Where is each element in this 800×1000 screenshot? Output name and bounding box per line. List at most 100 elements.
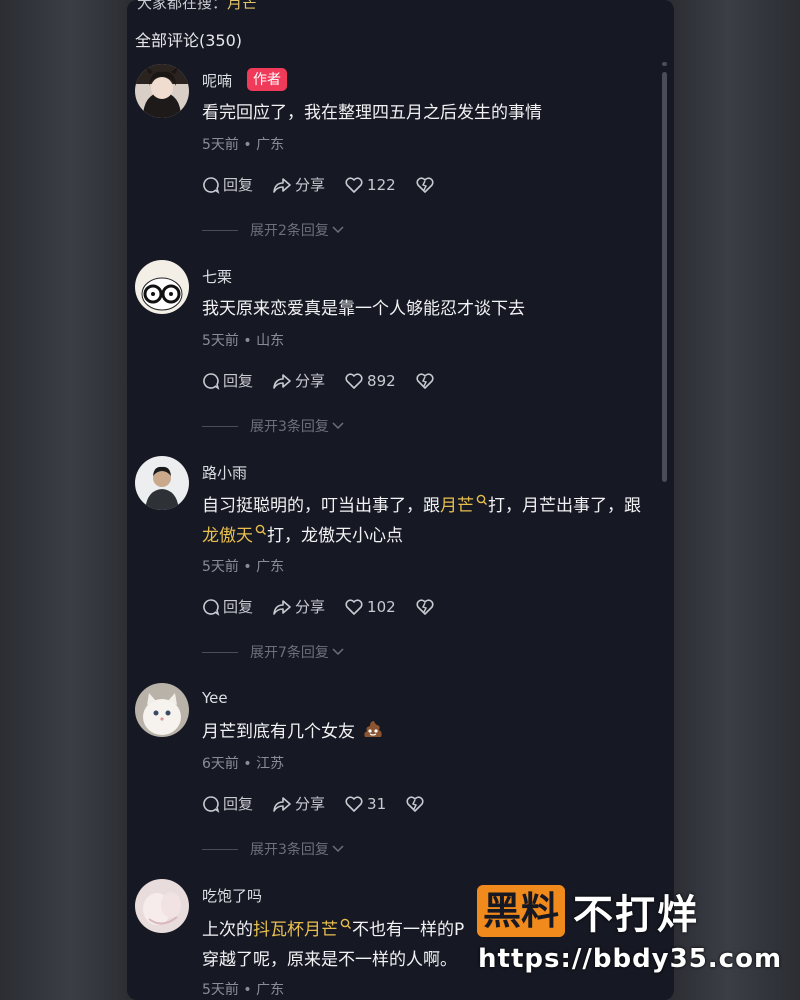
comment-keyword-link[interactable]: 抖瓦杯月芒 (253, 918, 352, 940)
keyword-text: 龙傲天 (202, 526, 253, 546)
comment-keyword-link[interactable]: 龙傲天 (202, 524, 267, 546)
broken-heart-icon (416, 372, 434, 389)
username[interactable]: Yee (202, 689, 228, 707)
like-button[interactable]: 102 (344, 598, 396, 616)
comment-actions: 回复 分享 102 (202, 596, 457, 617)
expand-divider (202, 229, 238, 231)
broken-heart-icon (416, 598, 434, 615)
comment-actions: 回复 分享 122 (202, 174, 457, 195)
expand-replies[interactable]: 展开3条回复 (202, 839, 344, 859)
username[interactable]: 吃饱了吗 (202, 885, 262, 906)
expand-label: 展开3条回复 (250, 842, 329, 858)
reply-button[interactable]: 回复 (202, 793, 253, 814)
comment-meta: 5天前 • 广东 (202, 559, 285, 575)
expand-label: 展开3条回复 (250, 419, 329, 435)
search-suggestion[interactable]: 大家都在搜：月芒 (137, 0, 257, 13)
like-count: 102 (367, 597, 396, 616)
expand-replies[interactable]: 展开2条回复 (202, 220, 344, 240)
keyword-text: 月芒 (440, 496, 474, 516)
reply-label: 回复 (223, 176, 254, 194)
search-suggestion-prefix: 大家都在搜： (137, 0, 228, 12)
author-badge: 作者 (247, 68, 287, 91)
expand-divider (202, 425, 238, 427)
username[interactable]: 呢喃 (202, 70, 232, 91)
like-button[interactable]: 892 (344, 372, 396, 390)
dislike-button[interactable] (415, 372, 438, 390)
heart-icon (345, 176, 363, 193)
expand-label: 展开2条回复 (250, 223, 329, 239)
watermark-text: 不打烊 (573, 892, 700, 938)
share-arrow-icon (273, 177, 291, 193)
expand-replies[interactable]: 展开7条回复 (202, 642, 344, 662)
search-keyword-icon (255, 524, 266, 535)
avatar[interactable] (135, 683, 189, 737)
like-count: 122 (367, 175, 396, 194)
comment-text-segment: 不也有一样的P (352, 920, 465, 940)
share-button[interactable]: 分享 (272, 596, 325, 617)
username[interactable]: 路小雨 (202, 462, 247, 483)
comment-text-segment: 打，月芒出事了，跟 (488, 496, 641, 516)
comments-panel: 大家都在搜：月芒 全部评论(350) 呢喃 作者 看完回应了，我在整理四五月之后… (127, 0, 674, 1000)
reply-bubble-icon (203, 372, 220, 390)
reply-button[interactable]: 回复 (202, 174, 253, 195)
comment-item: 路小雨 自习挺聪明的，叮当出事了，跟月芒 打，月芒出事了，跟龙傲天 打，龙傲天小心点… (127, 456, 674, 676)
like-button[interactable]: 122 (344, 176, 396, 194)
comment-item: 呢喃 作者 看完回应了，我在整理四五月之后发生的事情 5天前 • 广东 回复 分… (127, 64, 674, 254)
comment-item: 七栗 我天原来恋爱真是靠一个人够能忍才谈下去 5天前 • 山东 回复 分享 89… (127, 260, 674, 450)
heart-icon (345, 598, 363, 615)
comment-keyword-link[interactable]: 月芒 (440, 494, 488, 516)
share-arrow-icon (273, 796, 291, 812)
search-keyword-icon (340, 918, 351, 929)
heart-icon (345, 372, 363, 389)
comment-meta: 5天前 • 山东 (202, 333, 285, 349)
share-button[interactable]: 分享 (272, 793, 325, 814)
comments-total: 全部评论(350) (135, 31, 243, 50)
broken-heart-icon (416, 176, 434, 193)
dislike-button[interactable] (415, 598, 438, 616)
reply-button[interactable]: 回复 (202, 596, 253, 617)
reply-bubble-icon (203, 176, 220, 194)
search-suggestion-keyword[interactable]: 月芒 (227, 0, 257, 12)
like-button[interactable]: 31 (344, 795, 386, 813)
search-keyword-icon (476, 494, 487, 505)
dislike-button[interactable] (415, 176, 438, 194)
comment-item: Yee 月芒到底有几个女友 6天前 • 江苏 回复 分享 31 展开3条回复 (127, 683, 674, 873)
expand-replies[interactable]: 展开3条回复 (202, 416, 344, 436)
chevron-down-icon (332, 845, 344, 853)
chevron-down-icon (332, 648, 344, 656)
expand-label: 展开7条回复 (250, 645, 329, 661)
watermark-url: https://bbdy35.com (478, 944, 783, 974)
comment-text-segment: 打，龙傲天小心点 (267, 526, 403, 546)
like-count: 892 (367, 371, 396, 390)
expand-divider (202, 651, 238, 653)
comment-text: 自习挺聪明的，叮当出事了，跟月芒 打，月芒出事了，跟龙傲天 打，龙傲天小心点 (202, 491, 647, 551)
avatar[interactable] (135, 456, 189, 510)
username[interactable]: 七栗 (202, 266, 232, 287)
heart-icon (345, 795, 363, 812)
share-button[interactable]: 分享 (272, 174, 325, 195)
reply-label: 回复 (223, 598, 254, 616)
avatar[interactable] (135, 879, 189, 933)
comment-meta: 6天前 • 江苏 (202, 756, 285, 772)
dislike-button[interactable] (405, 795, 428, 813)
share-button[interactable]: 分享 (272, 370, 325, 391)
comment-text-segment: 月芒到底有几个女友 (202, 722, 355, 742)
share-label: 分享 (295, 598, 326, 616)
comment-text-segment: 上次的 (202, 920, 253, 940)
chevron-down-icon (332, 422, 344, 430)
comment-meta: 5天前 • 广东 (202, 982, 285, 998)
reply-button[interactable]: 回复 (202, 370, 253, 391)
broken-heart-icon (406, 795, 424, 812)
like-count: 31 (367, 794, 387, 813)
avatar[interactable] (135, 64, 189, 118)
comment-actions: 回复 分享 31 (202, 793, 447, 814)
watermark-logo: 黑料 不打烊 (477, 882, 699, 940)
watermark-box: 黑料 (477, 885, 566, 937)
share-label: 分享 (295, 372, 326, 390)
comment-text-segment: 自习挺聪明的，叮当出事了，跟 (202, 496, 440, 516)
share-arrow-icon (273, 373, 291, 389)
comment-text-segment: 穿越了呢，原来是不一样的人啊。 (202, 950, 457, 970)
avatar[interactable] (135, 260, 189, 314)
comment-text: 我天原来恋爱真是靠一个人够能忍才谈下去 (202, 299, 525, 319)
share-label: 分享 (295, 176, 326, 194)
